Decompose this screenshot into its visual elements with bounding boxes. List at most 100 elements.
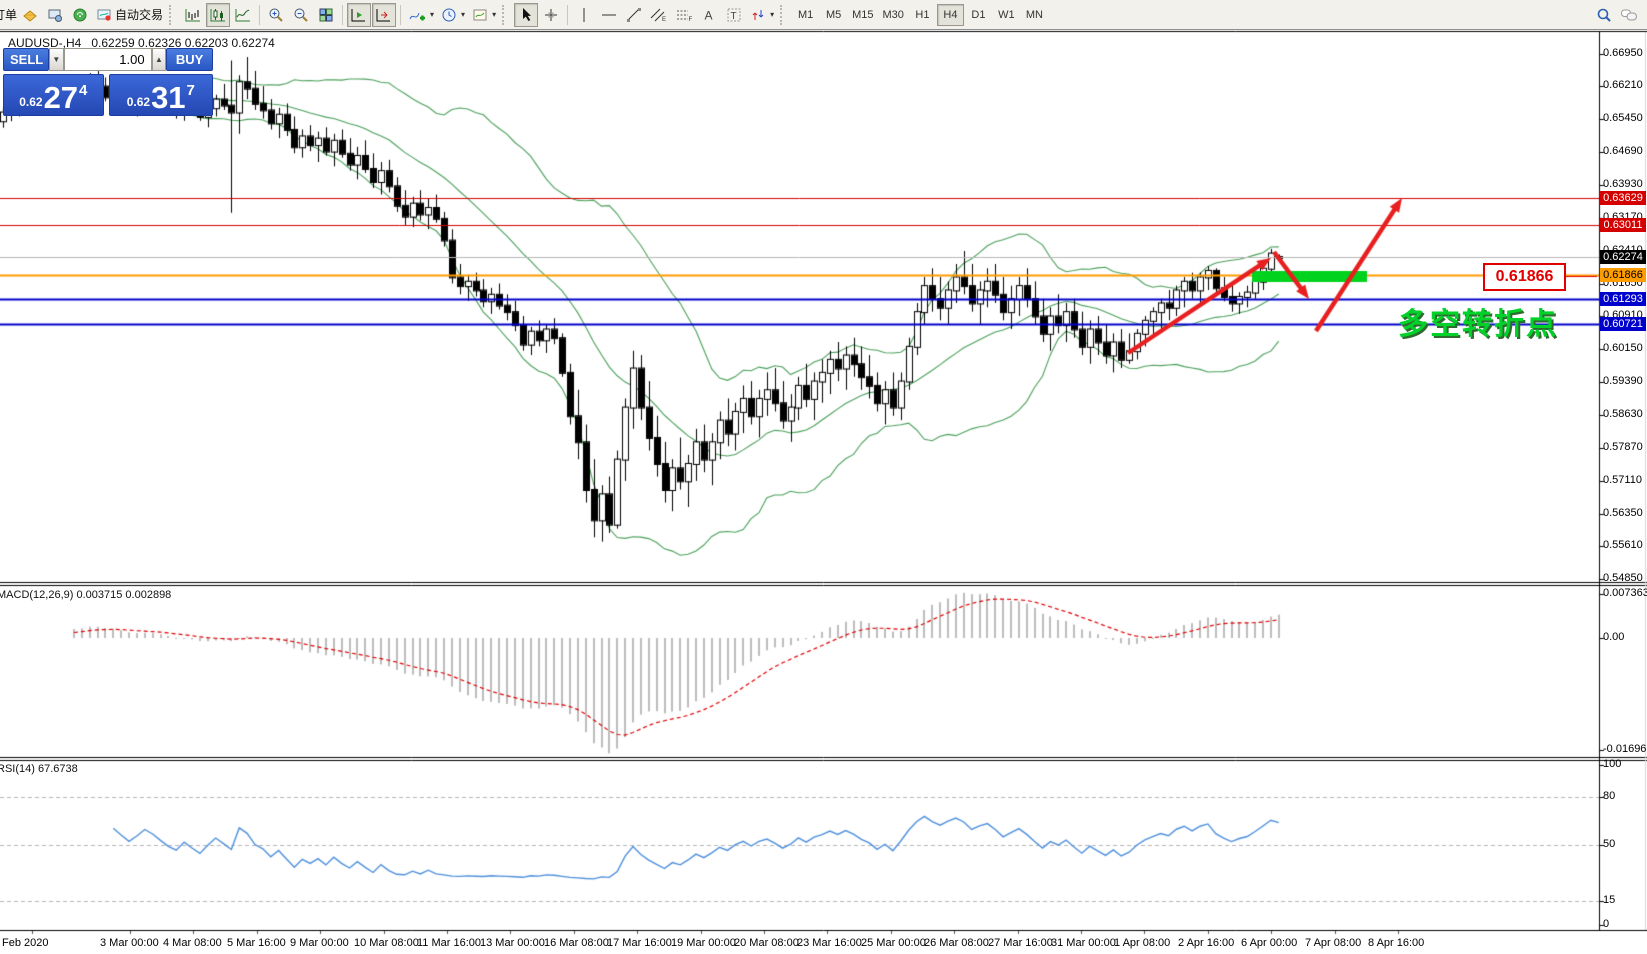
toolbar-handle[interactable]	[780, 5, 789, 25]
timeframe-mn[interactable]: MN	[1021, 4, 1048, 26]
tile-windows-button[interactable]	[314, 3, 338, 27]
svg-text:F: F	[689, 17, 693, 23]
date-axis-label: 9 Mar 00:00	[290, 937, 349, 949]
chart-shift-icon	[375, 7, 393, 23]
sell-button[interactable]: SELL	[3, 48, 49, 71]
volume-input[interactable]	[64, 48, 152, 71]
signals-icon	[72, 7, 88, 23]
mt4-window: 订单 自动交易	[0, 0, 1647, 954]
vertical-line-button[interactable]	[572, 3, 596, 27]
timeframe-m15[interactable]: M15	[848, 4, 877, 26]
toolbar-separator	[342, 5, 343, 25]
sell-price-sup: 4	[79, 82, 87, 99]
market-watch-button[interactable]	[43, 3, 67, 27]
zoom-out-icon	[293, 7, 309, 23]
timeframe-w1[interactable]: W1	[993, 4, 1020, 26]
indicators-button[interactable]: ▾	[405, 3, 437, 27]
timeframe-m5[interactable]: M5	[820, 4, 847, 26]
bar-chart-icon	[184, 7, 202, 23]
date-axis-label: 17 Mar 16:00	[607, 937, 672, 949]
date-axis-label: 6 Apr 00:00	[1241, 937, 1297, 949]
buy-button[interactable]: BUY	[166, 48, 213, 71]
cursor-button[interactable]	[514, 3, 538, 27]
volume-down-button[interactable]: ▼	[49, 48, 64, 71]
chevron-down-icon: ▾	[430, 10, 434, 19]
buy-price-big: 31	[151, 83, 185, 113]
axis-label: 0.63930	[1603, 178, 1643, 190]
axis-label: 0.60150	[1603, 342, 1643, 354]
equidistant-channel-button[interactable]: E	[647, 3, 671, 27]
zoom-out-button[interactable]	[289, 3, 313, 27]
candlestick-chart-icon	[209, 7, 227, 23]
horizontal-line-button[interactable]	[597, 3, 621, 27]
search-button[interactable]	[1592, 3, 1616, 27]
timeframe-d1[interactable]: D1	[965, 4, 992, 26]
timeframe-h1[interactable]: H1	[909, 4, 936, 26]
macd-values: 0.003715 0.002898	[76, 589, 171, 601]
date-axis-label: 11 Mar 16:00	[417, 937, 481, 949]
trend-line-button[interactable]	[622, 3, 646, 27]
date-axis-label: 8 Apr 16:00	[1368, 937, 1424, 949]
sell-price-big: 27	[44, 83, 78, 113]
timeframe-h4[interactable]: H4	[937, 4, 964, 26]
new-order-button[interactable]	[18, 3, 42, 27]
orders-button[interactable]: 订单	[0, 6, 17, 23]
crosshair-button[interactable]	[539, 3, 563, 27]
chat-button[interactable]	[1617, 3, 1641, 27]
current-price-label: 0.62274	[1600, 250, 1646, 264]
timeframe-m1[interactable]: M1	[792, 4, 819, 26]
buy-price-box[interactable]: 0.62 31 7	[109, 74, 213, 116]
equidistant-channel-icon: E	[650, 7, 668, 23]
text-button[interactable]: A	[697, 3, 721, 27]
axis-label: 0.54850	[1603, 572, 1643, 584]
trend-line-icon	[626, 7, 642, 23]
date-axis-label: 19 Mar 00:00	[671, 937, 736, 949]
auto-scroll-button[interactable]	[347, 3, 371, 27]
signals-button[interactable]	[68, 3, 92, 27]
templates-button[interactable]: ▾	[469, 3, 499, 27]
candlestick-chart-button[interactable]	[206, 3, 230, 27]
bar-chart-button[interactable]	[181, 3, 205, 27]
axis-label: 0.57110	[1603, 474, 1642, 486]
templates-icon	[472, 7, 488, 23]
price-level-label: 0.63629	[1600, 191, 1646, 205]
axis-label: 0	[1603, 918, 1609, 930]
zoom-in-button[interactable]	[264, 3, 288, 27]
line-chart-button[interactable]	[231, 3, 255, 27]
cursor-icon	[518, 7, 534, 23]
zoom-in-icon	[268, 7, 284, 23]
svg-text:E: E	[662, 17, 666, 23]
fibonacci-icon: F	[675, 7, 693, 23]
date-axis-label: 2 Apr 16:00	[1178, 937, 1234, 949]
axis-label: 0.66950	[1603, 47, 1643, 59]
auto-scroll-icon	[350, 7, 368, 23]
periods-clock-icon	[441, 7, 457, 23]
arrows-button[interactable]: ▾	[747, 3, 777, 27]
toolbar: 订单 自动交易	[0, 0, 1647, 30]
crosshair-icon	[543, 7, 559, 23]
timeframe-m30[interactable]: M30	[879, 4, 908, 26]
date-axis-label: 23 Mar 16:00	[797, 937, 862, 949]
market-watch-icon	[47, 7, 63, 23]
sell-price-box[interactable]: 0.62 27 4	[3, 74, 104, 116]
toolbar-handle[interactable]	[502, 5, 511, 25]
chart-shift-button[interactable]	[372, 3, 396, 27]
toolbar-separator	[567, 5, 568, 25]
toolbar-handle[interactable]	[169, 5, 178, 25]
date-axis-label: 13 Mar 00:00	[480, 937, 545, 949]
periods-button[interactable]: ▾	[438, 3, 468, 27]
text-icon: A	[702, 7, 716, 23]
text-label-button[interactable]: T	[722, 3, 746, 27]
volume-up-button[interactable]: ▲	[152, 48, 167, 71]
svg-text:A: A	[705, 8, 713, 22]
horizontal-line-icon	[601, 7, 617, 23]
tile-windows-icon	[318, 7, 334, 23]
rsi-value: 67.6738	[38, 763, 78, 775]
chart-canvas[interactable]	[0, 0, 1647, 954]
axis-label: 0.58630	[1603, 408, 1643, 420]
axis-label: 0.00	[1603, 631, 1624, 643]
auto-trading-button[interactable]: 自动交易	[93, 3, 166, 27]
auto-trading-label: 自动交易	[115, 6, 163, 23]
timeframe-toolbar: M1M5M15M30H1H4D1W1MN	[792, 4, 1048, 26]
fibonacci-button[interactable]: F	[672, 3, 696, 27]
